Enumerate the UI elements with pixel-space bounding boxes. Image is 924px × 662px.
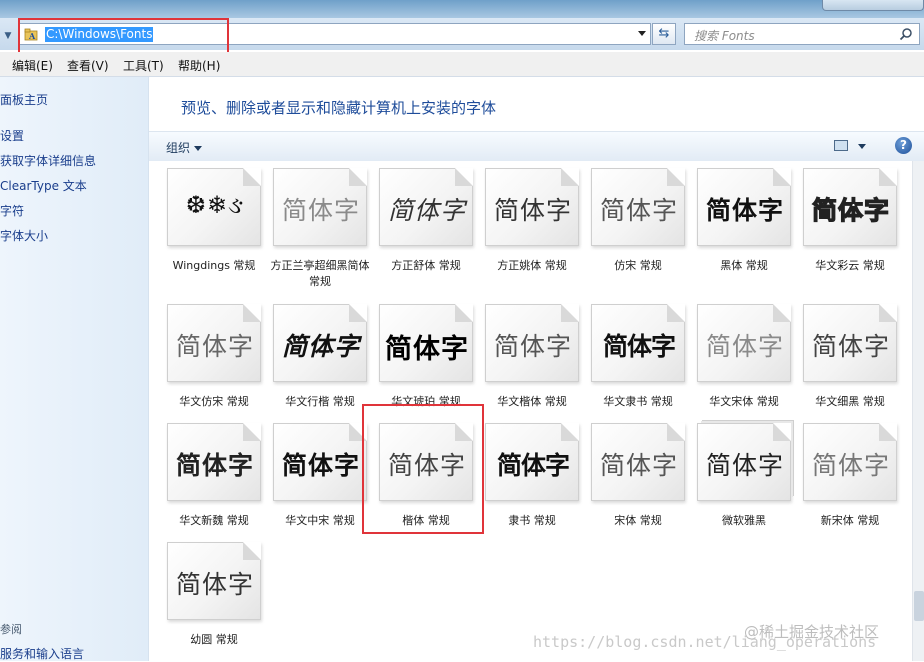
sidebar-link-font-size[interactable]: 字体大小 xyxy=(0,227,48,244)
font-sample: 简体字 xyxy=(705,196,784,225)
font-label: 方正姚体 常规 xyxy=(497,259,567,272)
menu-view[interactable]: 查看(V) xyxy=(67,57,109,74)
font-label: Wingdings 常规 xyxy=(172,259,256,272)
help-icon[interactable]: ? xyxy=(895,137,912,154)
font-sample: 简体字 xyxy=(602,332,676,361)
scrollbar-thumb[interactable] xyxy=(914,591,924,621)
sidebar-link-settings[interactable]: 设置 xyxy=(0,127,24,144)
font-sample: 简体字 xyxy=(281,332,360,361)
font-file-icon: 简体字 xyxy=(591,168,685,246)
nav-history-dropdown-icon[interactable]: ▼ xyxy=(0,28,16,44)
command-toolbar: 组织 ? xyxy=(149,131,924,162)
font-file-icon: 简体字 xyxy=(167,304,261,382)
watermark-url: https://blog.csdn.net/liang_operations xyxy=(533,633,877,651)
font-label: 华文彩云 常规 xyxy=(815,259,885,272)
vertical-scrollbar[interactable] xyxy=(912,161,924,661)
font-sample: 简体字 xyxy=(387,196,466,225)
font-sample: 简体字 xyxy=(811,451,890,480)
font-sample: 简体字 xyxy=(175,571,254,599)
font-sample: 简体字 xyxy=(811,333,890,361)
title-bar xyxy=(0,0,924,18)
font-file-icon: 简体字 xyxy=(273,304,367,382)
kaiti-highlight-box xyxy=(362,404,484,534)
font-file-icon: 简体字 xyxy=(379,304,473,382)
font-file-icon: 简体字 xyxy=(485,168,579,246)
sidebar-link-input-languages[interactable]: 服务和输入语言 xyxy=(0,645,84,662)
page-title: 预览、删除或者显示和隐藏计算机上安装的字体 xyxy=(181,99,497,117)
font-sample: 简体字 xyxy=(385,334,469,365)
font-label: 华文仿宋 常规 xyxy=(179,395,249,408)
font-file-icon: ❆❄ઙ xyxy=(167,168,261,246)
font-file-icon: 简体字 xyxy=(379,168,473,246)
font-file-icon: 简体字 xyxy=(485,423,579,501)
font-sample: 简体字 xyxy=(705,452,784,480)
font-label: 黑体 常规 xyxy=(720,259,768,272)
organize-button[interactable]: 组织 xyxy=(166,139,203,156)
font-label: 华文宋体 常规 xyxy=(709,395,779,408)
font-label: 方正舒体 常规 xyxy=(391,259,461,272)
font-file-icon: 简体字 xyxy=(273,423,367,501)
font-file-icon: 简体字 xyxy=(697,168,791,246)
font-label: 微软雅黑 xyxy=(722,514,766,527)
font-label: 幼圆 常规 xyxy=(190,633,238,646)
font-label: 华文楷体 常规 xyxy=(497,395,567,408)
address-dropdown-icon[interactable] xyxy=(638,31,646,36)
font-file-icon: 简体字 xyxy=(591,423,685,501)
font-sample: 简体字 xyxy=(599,196,678,225)
menu-bar: 编辑(E) 查看(V) 工具(T) 帮助(H) xyxy=(0,52,924,77)
organize-label: 组织 xyxy=(166,141,191,155)
close-button[interactable] xyxy=(822,0,924,11)
menu-tools[interactable]: 工具(T) xyxy=(123,57,164,74)
font-label: 隶书 常规 xyxy=(508,514,556,527)
font-sample: 简体字 xyxy=(175,451,254,480)
sidebar-link-control-panel-home[interactable]: 面板主页 xyxy=(0,91,48,108)
search-box[interactable]: 搜索 Fonts xyxy=(684,23,920,45)
chevron-down-icon xyxy=(194,146,203,151)
font-label: 华文行楷 常规 xyxy=(285,395,355,408)
sidebar-see-also-heading: 参阅 xyxy=(0,623,22,636)
font-file-icon: 简体字 xyxy=(273,168,367,246)
font-sample: 简体字 xyxy=(281,451,360,480)
font-label: 华文新魏 常规 xyxy=(179,514,249,527)
font-sample: 简体字 xyxy=(175,332,254,361)
font-label: 华文细黑 常规 xyxy=(815,395,885,408)
refresh-button[interactable]: ⇆ xyxy=(652,23,676,45)
view-options-icon[interactable] xyxy=(834,140,848,151)
font-sample: 简体字 xyxy=(496,451,570,480)
search-icon[interactable] xyxy=(899,27,913,41)
font-label: 华文中宋 常规 xyxy=(285,514,355,527)
font-file-icon: 简体字 xyxy=(167,542,261,620)
font-sample: 简体字 xyxy=(811,195,890,225)
font-file-icon: 简体字 xyxy=(167,423,261,501)
font-sample: 简体字 xyxy=(493,197,572,225)
font-label: 新宋体 常规 xyxy=(820,514,880,527)
font-sample: 简体字 xyxy=(493,332,572,361)
font-sample: 简体字 xyxy=(705,332,784,361)
sidebar-link-cleartype[interactable]: ClearType 文本 xyxy=(0,177,87,194)
font-sample: 简体字 xyxy=(599,451,678,480)
menu-edit[interactable]: 编辑(E) xyxy=(12,57,53,74)
font-label: 方正兰亭超细黑简体 常规 xyxy=(270,259,370,288)
sidebar-link-character-map[interactable]: 字符 xyxy=(0,202,24,219)
font-sample: 简体字 xyxy=(281,196,360,225)
font-file-icon: 简体字 xyxy=(591,304,685,382)
refresh-icon: ⇆ xyxy=(658,26,670,41)
font-label: 华文隶书 常规 xyxy=(603,395,673,408)
font-file-icon: 简体字 xyxy=(803,168,897,246)
font-file-icon: 简体字 xyxy=(803,423,897,501)
font-label: 仿宋 常规 xyxy=(614,259,662,272)
font-family-icon: 简体字 xyxy=(697,423,791,501)
sidebar: 面板主页 设置 获取字体详细信息 ClearType 文本 字符 字体大小 参阅… xyxy=(0,77,149,661)
font-label: 宋体 常规 xyxy=(614,514,662,527)
font-file-icon: 简体字 xyxy=(803,304,897,382)
font-file-icon: 简体字 xyxy=(697,304,791,382)
menu-help[interactable]: 帮助(H) xyxy=(178,57,220,74)
font-file-icon: 简体字 xyxy=(485,304,579,382)
font-grid: ❆❄ઙ Wingdings 常规 简体字 方正兰亭超细黑简体 常规 简体字 方正… xyxy=(149,161,912,661)
font-sample: ❆❄ઙ xyxy=(185,191,245,219)
search-input[interactable]: 搜索 Fonts xyxy=(694,27,755,44)
sidebar-link-font-details[interactable]: 获取字体详细信息 xyxy=(0,152,96,169)
view-dropdown-icon[interactable] xyxy=(858,144,866,149)
